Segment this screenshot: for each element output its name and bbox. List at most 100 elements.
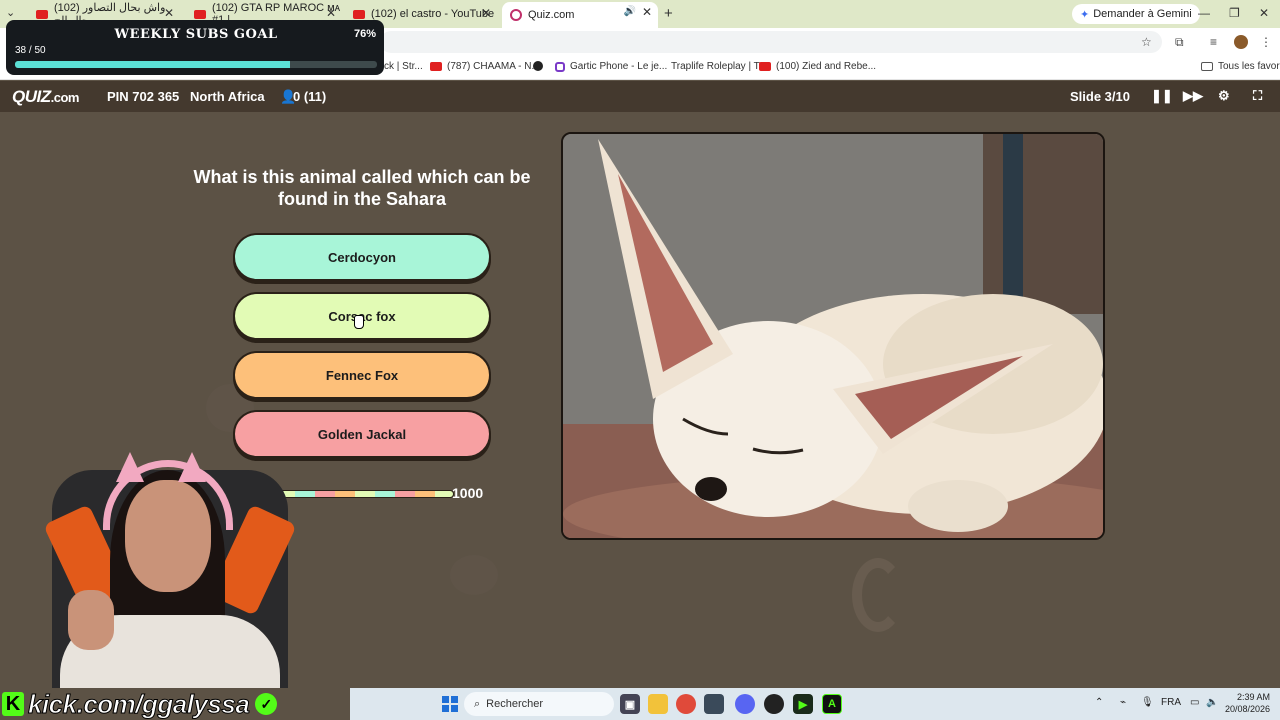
- bookmark-label: (787) CHAAMA - N...: [447, 61, 540, 72]
- clock-time: 2:39 AM: [1237, 692, 1271, 702]
- kick-app-icon[interactable]: ▶: [793, 694, 813, 714]
- close-window-icon[interactable]: ✕: [1259, 6, 1269, 20]
- volume-icon[interactable]: 🔈: [1206, 697, 1218, 708]
- network-icon[interactable]: ⌁: [1120, 697, 1126, 708]
- gemini-icon: ✦: [1080, 8, 1090, 21]
- media-controls-icon[interactable]: ≡: [1210, 35, 1217, 49]
- chrome-icon[interactable]: [676, 694, 696, 714]
- close-icon[interactable]: ✕: [164, 6, 174, 20]
- bookmark-star-icon[interactable]: ☆: [1141, 35, 1152, 49]
- settings-gear-icon[interactable]: ⚙: [1218, 88, 1230, 104]
- fullscreen-icon[interactable]: ⛶: [1253, 88, 1262, 104]
- gartic-icon: [555, 61, 565, 72]
- bookmark-label: Traplife Roleplay | T...: [671, 61, 767, 72]
- clock-date: 20/08/2026: [1225, 704, 1271, 714]
- stream-url: kick.com/ggalyssa: [27, 688, 250, 719]
- discord-icon[interactable]: [735, 694, 755, 714]
- app-icon[interactable]: [704, 694, 724, 714]
- close-icon[interactable]: ✕: [642, 5, 652, 19]
- hand-cursor-icon: [354, 315, 364, 329]
- subs-goal-progress-fill: [15, 61, 291, 68]
- subs-goal-title: WEEKLY SUBS GOAL: [114, 27, 278, 42]
- extensions-icon[interactable]: ⧉: [1175, 35, 1184, 50]
- windows-taskbar: ⌕ Rechercher ▣ ▶ A ⌃ ⌁ 🎙 FRA ▭ 🔈 2:39 AM…: [350, 688, 1280, 720]
- subs-goal-percent: 76%: [353, 28, 376, 40]
- profile-avatar[interactable]: [1234, 35, 1248, 49]
- bookmark-item[interactable]: ck | Str...: [384, 61, 423, 72]
- streamer-hand: [68, 590, 114, 650]
- subs-goal-widget: WEEKLY SUBS GOAL 76% 38 / 50: [6, 20, 384, 75]
- close-icon[interactable]: ✕: [481, 6, 491, 20]
- taskbar-search[interactable]: ⌕ Rechercher: [464, 692, 614, 716]
- terminal-icon[interactable]: A: [822, 694, 842, 714]
- question-image-fennec-fox: [561, 132, 1105, 540]
- taskbar-search-placeholder: Rechercher: [486, 698, 544, 710]
- verified-check-icon: ✓: [255, 693, 278, 715]
- bookmark-label: ck | Str...: [384, 61, 423, 72]
- answer-option-3[interactable]: Fennec Fox: [233, 351, 491, 399]
- taskbar-clock[interactable]: 2:39 AM 20/08/2026: [1225, 691, 1270, 715]
- bookmark-item[interactable]: [533, 61, 543, 71]
- subs-goal-count: 38 / 50: [15, 45, 46, 56]
- microphone-icon[interactable]: 🎙: [1141, 697, 1154, 708]
- game-pin: PIN 702 365: [107, 89, 180, 104]
- youtube-icon: [430, 62, 442, 71]
- stream-url-banner: K kick.com/ggalyssa ✓: [0, 688, 350, 720]
- gemini-label: Demander à Gemini: [1093, 8, 1192, 20]
- tab-quiz-active[interactable]: Quiz.com 🔊 ✕: [502, 2, 658, 28]
- quiz-logo-suffix: .com: [50, 90, 80, 105]
- points-value: 1000: [452, 485, 484, 501]
- bookmark-item[interactable]: Gartic Phone - Le je...: [555, 61, 667, 72]
- gemini-button[interactable]: ✦ Demander à Gemini: [1072, 4, 1200, 24]
- task-view-icon[interactable]: ▣: [620, 694, 640, 714]
- youtube-icon: [759, 62, 771, 71]
- all-bookmarks-label: Tous les favoris: [1218, 61, 1280, 72]
- question-text: What is this animal called which can be …: [193, 167, 531, 209]
- bookmark-item[interactable]: (787) CHAAMA - N...: [430, 61, 540, 72]
- new-tab-button[interactable]: +: [664, 5, 673, 22]
- player-count: 0 (11): [293, 89, 327, 104]
- minimize-icon[interactable]: —: [1198, 6, 1210, 20]
- skip-forward-icon[interactable]: ▶▶: [1183, 88, 1203, 104]
- folder-icon: [1201, 62, 1213, 71]
- tray-chevron-icon[interactable]: ⌃: [1095, 697, 1103, 708]
- background-decoration: [450, 555, 498, 595]
- youtube-icon: [36, 9, 48, 19]
- background-decoration: [852, 558, 904, 632]
- quiz-header: QUIZ.com PIN 702 365 North Africa 👤 0 (1…: [0, 81, 1280, 112]
- display-icon[interactable]: ▭: [1190, 697, 1199, 708]
- pause-icon[interactable]: ❚❚: [1151, 88, 1173, 104]
- file-explorer-icon[interactable]: [648, 694, 668, 714]
- slide-counter: Slide 3/10: [1070, 89, 1130, 104]
- bookmark-item[interactable]: Traplife Roleplay | T...: [671, 61, 767, 72]
- quiz-icon: [510, 9, 522, 21]
- bookmark-item[interactable]: (100) Zied and Rebe...: [759, 61, 876, 72]
- all-bookmarks[interactable]: Tous les favoris: [1201, 61, 1280, 72]
- cat-ear-right: [178, 452, 206, 482]
- cat-ear-left: [116, 452, 144, 482]
- bookmark-label: (100) Zied and Rebe...: [776, 61, 877, 72]
- quiz-logo-text: QUIZ: [12, 87, 51, 106]
- maximize-icon[interactable]: ❐: [1229, 6, 1240, 20]
- windows-start-icon[interactable]: [442, 696, 458, 712]
- subs-goal-progress-bar: [15, 61, 377, 68]
- tab-title: (102) el castro - YouTube: [371, 8, 495, 20]
- tab-title: Quiz.com: [528, 9, 575, 21]
- quiz-logo[interactable]: QUIZ.com: [12, 87, 79, 107]
- globe-icon: [533, 61, 543, 71]
- youtube-icon: [353, 9, 365, 19]
- obs-icon[interactable]: [764, 694, 784, 714]
- answer-option-1[interactable]: Cerdocyon: [233, 233, 491, 281]
- fennec-fox-illustration: [563, 134, 1103, 538]
- search-icon: ⌕: [474, 697, 481, 710]
- language-indicator[interactable]: FRA: [1161, 697, 1181, 708]
- address-bar[interactable]: [380, 31, 1162, 53]
- bookmark-label: Gartic Phone - Le je...: [570, 61, 668, 72]
- streamer-webcam: [0, 440, 340, 688]
- quiz-title: North Africa: [190, 89, 265, 104]
- speaker-icon[interactable]: 🔊: [624, 6, 636, 17]
- close-icon[interactable]: ✕: [326, 6, 336, 20]
- tab-search-chevron-icon[interactable]: ⌄: [6, 6, 15, 19]
- kick-logo-icon: K: [2, 692, 24, 716]
- menu-kebab-icon[interactable]: ⋮: [1260, 35, 1272, 49]
